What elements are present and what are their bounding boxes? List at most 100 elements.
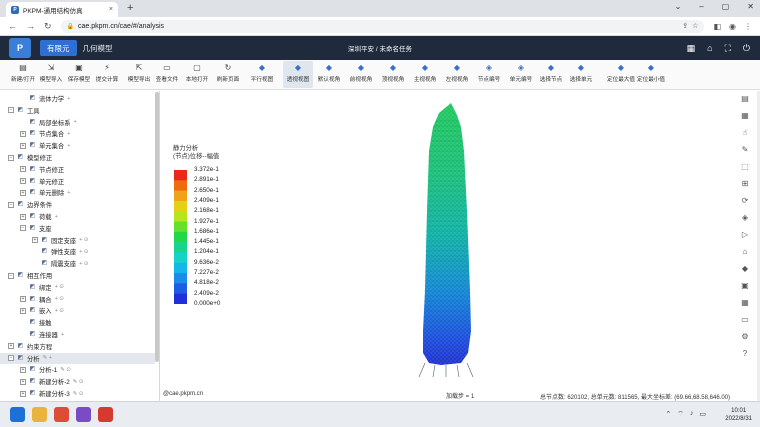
close-tab-icon[interactable]: × bbox=[109, 6, 113, 13]
tab-geometry-model[interactable]: 几何模型 bbox=[83, 43, 113, 54]
tree-item-actions[interactable]: + bbox=[67, 96, 70, 102]
volume-icon[interactable]: ♪ bbox=[690, 410, 694, 419]
tree-item[interactable]: ◩ 隔震支座 + ⊙ bbox=[32, 258, 89, 269]
tree-item[interactable]: + ◩ 约束方程 bbox=[8, 341, 55, 352]
toolbar-button-19[interactable]: ◆ 定位最大值 bbox=[606, 62, 636, 83]
tree-item-actions[interactable]: + bbox=[55, 214, 58, 220]
toolbar-button-8[interactable]: ◆ 平行视图 bbox=[247, 62, 277, 83]
wps-icon[interactable] bbox=[98, 407, 113, 422]
url-input[interactable]: 🔒 cae.pkpm.cn/cae/#/analysis ⇪ ☆ bbox=[60, 19, 705, 33]
close-window-icon[interactable]: ✕ bbox=[747, 2, 754, 11]
tree-item[interactable]: + ◩ 节点集合 + bbox=[20, 128, 70, 139]
tree-item[interactable]: ◩ 绑定 + ⊙ bbox=[20, 282, 64, 293]
expand-icon[interactable]: + bbox=[20, 296, 26, 303]
power-icon[interactable]: ⏻ bbox=[743, 43, 750, 54]
home-icon[interactable]: ⌂ bbox=[707, 43, 712, 54]
expand-icon[interactable]: + bbox=[20, 189, 26, 196]
pointer-icon[interactable]: ☝ bbox=[740, 127, 751, 138]
tree-item[interactable]: + ◩ 嵌入 + ⊙ bbox=[20, 305, 64, 316]
reload-icon[interactable]: ↻ bbox=[44, 21, 52, 32]
tree-item-actions[interactable]: + bbox=[67, 143, 70, 149]
tree-item-actions[interactable]: ✎ ⊙ bbox=[60, 367, 71, 373]
expand-icon[interactable]: + bbox=[20, 307, 26, 314]
send-icon[interactable]: ▷ bbox=[740, 229, 751, 240]
toolbar-button-9[interactable]: ◆ 透视视图 bbox=[283, 61, 313, 88]
toolbar-button-0[interactable]: ▤ 新建/打开 bbox=[8, 62, 38, 83]
tree-item[interactable]: ◩ 弹性支座 + ⊙ bbox=[32, 246, 89, 257]
tree-item-actions[interactable]: + ⊙ bbox=[79, 237, 88, 243]
ruler-icon[interactable]: ✎ bbox=[740, 144, 751, 155]
tree-item[interactable]: ◩ 接触 bbox=[20, 317, 55, 328]
box-icon[interactable]: ▣ bbox=[740, 280, 751, 291]
sidebar-icon[interactable]: ◧ bbox=[713, 22, 721, 31]
expand-icon[interactable]: + bbox=[20, 366, 26, 373]
maximize-icon[interactable]: ▢ bbox=[722, 2, 730, 11]
tab-finite-element[interactable]: 有限元 bbox=[40, 40, 77, 56]
wifi-icon[interactable]: ⌔ bbox=[677, 410, 684, 419]
toolbar-button-7[interactable]: ↻ 刷新页面 bbox=[213, 62, 243, 83]
tree-item-actions[interactable]: + ⊙ bbox=[55, 308, 64, 314]
chrome-icon[interactable] bbox=[54, 407, 69, 422]
toolbar-button-12[interactable]: ◆ 顶视视角 bbox=[378, 62, 408, 83]
collapse-icon[interactable]: − bbox=[8, 154, 14, 161]
tree-item[interactable]: + ◩ 单元修正 bbox=[20, 176, 67, 187]
tree-item-actions[interactable]: + bbox=[67, 190, 70, 196]
menu-dots-icon[interactable]: ⋮ bbox=[744, 22, 752, 31]
display-icon[interactable]: ▭ bbox=[740, 314, 751, 325]
tree-item-actions[interactable]: ✎ ⊙ bbox=[73, 379, 84, 385]
collapse-icon[interactable]: − bbox=[20, 225, 26, 232]
tree-item[interactable]: + ◩ 新建分析-2 ✎ ⊙ bbox=[20, 376, 84, 387]
collapse-icon[interactable]: − bbox=[8, 355, 14, 362]
tree-item-actions[interactable]: + ⊙ bbox=[55, 284, 64, 290]
tower-mesh-model[interactable] bbox=[161, 91, 731, 391]
toolbar-button-2[interactable]: ▣ 保存模型 bbox=[64, 62, 94, 83]
expand-icon[interactable]: + bbox=[20, 142, 26, 149]
tree-item[interactable]: − ◩ 工具 bbox=[8, 105, 43, 116]
toolbar-button-6[interactable]: ▢ 本地打开 bbox=[182, 62, 212, 83]
collapse-icon[interactable]: − bbox=[8, 201, 14, 208]
chevron-up-icon[interactable]: ⌃ bbox=[665, 410, 671, 419]
minimize-icon[interactable]: – bbox=[699, 2, 703, 11]
tree-item[interactable]: − ◩ 边界条件 bbox=[8, 199, 55, 210]
layers-icon[interactable]: ▤ bbox=[740, 93, 751, 104]
back-icon[interactable]: ← bbox=[8, 21, 17, 31]
toolbar-button-14[interactable]: ◆ 左视视角 bbox=[442, 62, 472, 83]
tree-item[interactable]: ◩ 局部坐标系 + bbox=[20, 117, 77, 128]
expand-icon[interactable]: + bbox=[20, 130, 26, 137]
grid-icon[interactable]: ▦ bbox=[740, 297, 751, 308]
toolbar-button-4[interactable]: ⇱ 模型导出 bbox=[124, 62, 154, 83]
toolbar-button-17[interactable]: ◆ 选择节点 bbox=[536, 62, 566, 83]
tree-item-actions[interactable]: + ⊙ bbox=[55, 296, 64, 302]
tree-item[interactable]: + ◩ 固定支座 + ⊙ bbox=[32, 235, 89, 246]
tree-item[interactable]: + ◩ 节点修正 bbox=[20, 164, 67, 175]
toolbar-button-1[interactable]: ⇲ 模型导入 bbox=[36, 62, 66, 83]
axis-icon[interactable]: ⊞ bbox=[740, 178, 751, 189]
tree-item[interactable]: + ◩ 耦合 + ⊙ bbox=[20, 294, 64, 305]
chevron-down-icon[interactable]: ⌄ bbox=[675, 2, 682, 11]
clock[interactable]: 10:01 2022/8/31 bbox=[725, 407, 752, 423]
bookmark-star-icon[interactable]: ☆ bbox=[692, 22, 698, 30]
tree-scrollbar[interactable] bbox=[155, 92, 159, 362]
expand-icon[interactable]: + bbox=[20, 213, 26, 220]
tree-item[interactable]: − ◩ 相互作用 bbox=[8, 270, 55, 281]
toolbar-button-10[interactable]: ◆ 默认视角 bbox=[314, 62, 344, 83]
tree-item[interactable]: − ◩ 分析 ✎ + bbox=[0, 352, 155, 364]
tree-item-actions[interactable]: + ⊙ bbox=[79, 261, 88, 267]
share-icon[interactable]: ⇪ bbox=[682, 22, 688, 30]
toolbar-button-5[interactable]: ▭ 查看文件 bbox=[152, 62, 182, 83]
expand-icon[interactable]: + bbox=[32, 237, 38, 244]
result-viewport[interactable]: 静力分析 (节点)位移--幅值 3.372e-1 2.891e-1 2.650e-1… bbox=[161, 91, 731, 401]
toolbar-button-20[interactable]: ◆ 定位最小值 bbox=[636, 62, 666, 83]
tree-item[interactable]: + ◩ 单元删除 + bbox=[20, 187, 70, 198]
expand-icon[interactable]: + bbox=[20, 378, 26, 385]
file-explorer-icon[interactable] bbox=[32, 407, 47, 422]
toolbar-button-16[interactable]: ◈ 单元编号 bbox=[506, 62, 536, 83]
settings-icon[interactable]: ⚙ bbox=[740, 331, 751, 342]
tree-item-actions[interactable]: + bbox=[61, 332, 64, 338]
help-icon[interactable]: ? bbox=[740, 348, 751, 359]
toolbar-button-11[interactable]: ◆ 前视视角 bbox=[346, 62, 376, 83]
toolbar-button-15[interactable]: ◈ 节点编号 bbox=[474, 62, 504, 83]
cube-icon[interactable]: ◆ bbox=[740, 263, 751, 274]
toolbar-button-18[interactable]: ◆ 选择单元 bbox=[566, 62, 596, 83]
collapse-icon[interactable]: − bbox=[8, 107, 14, 114]
